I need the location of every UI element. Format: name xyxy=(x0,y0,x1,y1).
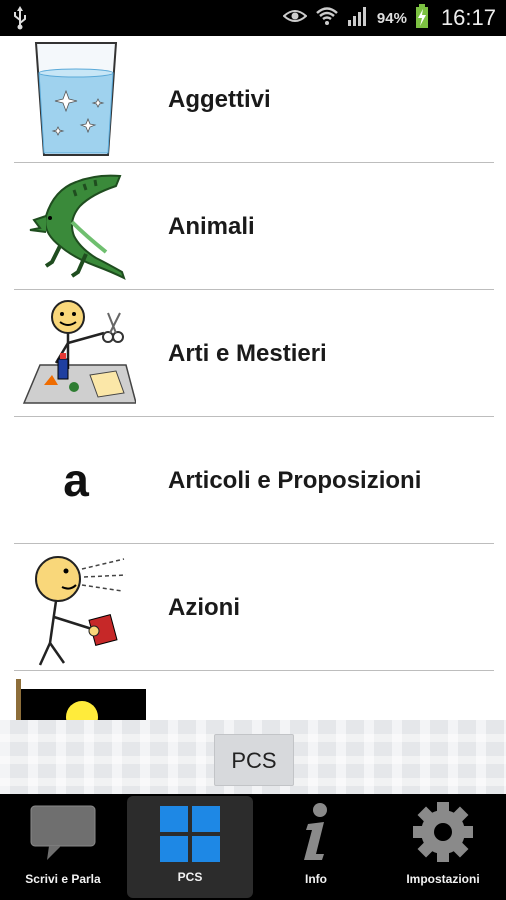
list-item[interactable]: Arti e Mestieri xyxy=(0,290,506,417)
letter-a-icon: a xyxy=(16,420,136,540)
battery-percentage: 94% xyxy=(376,9,407,27)
category-label: Aggettivi xyxy=(168,86,271,113)
list-item[interactable]: Azioni xyxy=(0,544,506,671)
glass-of-water-icon xyxy=(16,39,136,159)
category-list[interactable]: Aggettivi Animali Arti e Mestieri a Arti… xyxy=(0,36,506,720)
nav-label: Impostazioni xyxy=(406,872,480,886)
speech-bubble-icon xyxy=(30,805,96,860)
category-label: Arti e Mestieri xyxy=(168,340,327,367)
arts-and-crafts-icon xyxy=(16,293,137,413)
nav-label: Scrivi e Parla xyxy=(25,872,101,886)
crocodile-icon xyxy=(16,166,136,286)
nav-label: PCS xyxy=(177,870,203,884)
bottom-navigation: Scrivi e Parla PCS Info Impostazioni xyxy=(0,794,506,900)
pcs-button[interactable]: PCS xyxy=(214,734,294,786)
nav-label: Info xyxy=(305,872,327,886)
clock: 16:17 xyxy=(440,5,496,30)
info-icon xyxy=(304,803,327,860)
list-item[interactable]: Animali xyxy=(0,163,506,290)
letter-a-glyph: a xyxy=(63,454,89,506)
list-item[interactable]: a Articoli e Proposizioni xyxy=(0,417,506,544)
signal-icon xyxy=(347,6,369,31)
status-bar: 94% 16:17 xyxy=(0,0,506,36)
person-speaking-icon xyxy=(16,547,136,667)
category-label: Animali xyxy=(168,213,255,240)
category-label: Articoli e Proposizioni xyxy=(168,467,422,494)
category-label: Azioni xyxy=(168,594,240,621)
list-item[interactable]: Aggettivi xyxy=(0,36,506,163)
nav-tab-info[interactable]: Info xyxy=(253,794,379,900)
grid-icon xyxy=(160,806,220,862)
eye-icon xyxy=(282,8,308,29)
flag-icon xyxy=(16,679,146,720)
usb-icon xyxy=(12,6,28,35)
battery-charging-icon xyxy=(415,3,429,33)
nav-tab-pcs[interactable]: PCS xyxy=(127,796,253,898)
nav-tab-impostazioni[interactable]: Impostazioni xyxy=(380,794,506,900)
wifi-icon xyxy=(315,6,339,31)
nav-tab-scrivi-e-parla[interactable]: Scrivi e Parla xyxy=(0,794,126,900)
list-item[interactable] xyxy=(0,671,506,720)
gear-icon xyxy=(413,802,473,862)
